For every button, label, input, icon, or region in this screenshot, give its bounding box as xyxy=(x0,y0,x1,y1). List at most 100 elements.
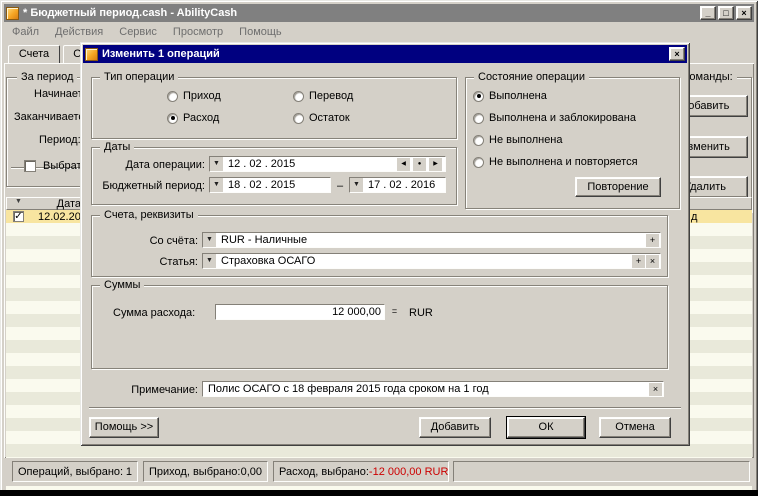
note-label: Примечание: xyxy=(91,384,198,396)
radio-expense[interactable]: Расход xyxy=(167,111,219,125)
today-icon[interactable]: ● xyxy=(413,158,426,171)
period-group-label: За период xyxy=(17,71,77,83)
radio-done-locked-label: Выполнена и заблокирована xyxy=(489,112,636,124)
select-checkbox-row[interactable]: Выбрать xyxy=(24,160,87,172)
radio-done-label: Выполнена xyxy=(489,90,547,102)
dropdown-icon[interactable]: ▼ xyxy=(203,233,216,247)
radio-balance[interactable]: Остаток xyxy=(293,111,350,125)
sums-group-label: Суммы xyxy=(100,279,144,291)
radio-icon xyxy=(167,91,178,102)
sums-group: Суммы xyxy=(91,285,668,369)
operation-date-label: Дата операции: xyxy=(91,159,205,171)
amount-label: Сумма расхода: xyxy=(113,307,195,319)
budget-period-to-field[interactable]: ▼ 17 . 02 . 2016 xyxy=(349,177,446,193)
operation-type-label: Тип операции xyxy=(100,71,178,83)
menu-actions[interactable]: Действия xyxy=(47,26,111,38)
radio-expense-label: Расход xyxy=(183,112,219,124)
radio-transfer[interactable]: Перевод xyxy=(293,89,353,103)
clear-note-icon[interactable]: × xyxy=(649,383,662,396)
menu-file[interactable]: Файл xyxy=(4,26,47,38)
equals-icon[interactable]: = xyxy=(388,305,401,318)
radio-not-done[interactable]: Не выполнена xyxy=(473,133,563,147)
article-label: Статья: xyxy=(91,256,198,268)
close-button[interactable]: × xyxy=(736,6,752,20)
menu-help[interactable]: Помощь xyxy=(231,26,290,38)
sort-desc-icon: ▼ xyxy=(15,198,22,205)
operation-date-value: 12 . 02 . 2015 xyxy=(228,158,397,170)
radio-icon xyxy=(473,91,484,102)
window-bottom-edge xyxy=(0,490,758,496)
maximize-button[interactable]: □ xyxy=(718,6,734,20)
statusbar: Операций, выбрано: 1 Приход, выбрано: 0,… xyxy=(4,458,754,486)
radio-icon xyxy=(167,113,178,124)
menu-service[interactable]: Сервис xyxy=(111,26,165,38)
help-button[interactable]: Помощь >> xyxy=(89,417,159,438)
menu-view[interactable]: Просмотр xyxy=(165,26,231,38)
dropdown-icon[interactable]: ▼ xyxy=(210,178,223,192)
radio-not-done-repeats-label: Не выполнена и повторяется xyxy=(489,156,638,168)
dialog-client: Тип операции Приход Перевод Расход Остат… xyxy=(83,63,687,443)
tab-accounts[interactable]: Счета xyxy=(8,45,60,64)
radio-icon xyxy=(293,113,304,124)
budget-period-from-value: 18 . 02 . 2015 xyxy=(228,179,330,191)
date-column-header: Дата xyxy=(37,198,81,210)
radio-icon xyxy=(473,135,484,146)
next-day-icon[interactable]: ▶ xyxy=(429,158,442,171)
status-operations: Операций, выбрано: 1 xyxy=(12,461,138,482)
radio-income-label: Приход xyxy=(183,90,221,102)
radio-icon xyxy=(293,91,304,102)
dropdown-icon[interactable]: ▼ xyxy=(210,157,223,171)
dates-group-label: Даты xyxy=(100,141,134,153)
cancel-button[interactable]: Отмена xyxy=(599,417,671,438)
operation-date-field[interactable]: ▼ 12 . 02 . 2015 ◀ ● ▶ xyxy=(209,156,446,172)
radio-done[interactable]: Выполнена xyxy=(473,89,547,103)
budget-period-to-value: 17 . 02 . 2016 xyxy=(368,179,445,191)
radio-income[interactable]: Приход xyxy=(167,89,221,103)
status-income-label: Приход, выбрано: xyxy=(149,466,241,478)
dialog-controls: × xyxy=(669,47,685,61)
currency-label: RUR xyxy=(409,307,433,319)
status-expense-label: Расход, выбрано: xyxy=(279,466,369,478)
edit-operation-dialog: Изменить 1 операций × Тип операции Прихо… xyxy=(80,42,690,446)
radio-not-done-repeats[interactable]: Не выполнена и повторяется xyxy=(473,155,638,169)
operation-type-group: Тип операции xyxy=(91,77,457,139)
period-label: Период: xyxy=(39,134,81,146)
from-account-field[interactable]: ▼ RUR - Наличные + xyxy=(202,232,661,248)
clear-article-icon[interactable]: × xyxy=(646,255,659,268)
budget-period-from-field[interactable]: ▼ 18 . 02 . 2015 xyxy=(209,177,331,193)
select-checkbox[interactable] xyxy=(24,160,36,172)
status-expense-value: -12 000,00 RUR xyxy=(369,466,449,478)
add-account-icon[interactable]: + xyxy=(646,234,659,247)
radio-done-locked[interactable]: Выполнена и заблокирована xyxy=(473,111,636,125)
article-value: Страховка ОСАГО xyxy=(221,255,632,267)
dialog-add-button[interactable]: Добавить xyxy=(419,417,491,438)
dialog-icon xyxy=(85,48,98,61)
dropdown-icon[interactable]: ▼ xyxy=(350,178,363,192)
app-icon xyxy=(6,7,19,20)
dialog-close-icon[interactable]: × xyxy=(669,47,685,61)
note-value: Полис ОСАГО с 18 февраля 2015 года сроко… xyxy=(208,383,649,395)
add-article-icon[interactable]: + xyxy=(632,255,645,268)
radio-balance-label: Остаток xyxy=(309,112,350,124)
menubar: Файл Действия Сервис Просмотр Помощь xyxy=(4,23,754,41)
status-operations-label: Операций, выбрано: xyxy=(18,466,123,478)
date-spinner: ◀ ● ▶ xyxy=(397,158,443,171)
article-field[interactable]: ▼ Страховка ОСАГО + × xyxy=(202,253,661,269)
amount-value: 12 000,00 xyxy=(221,306,381,318)
minimize-button[interactable]: _ xyxy=(700,6,716,20)
dropdown-icon[interactable]: ▼ xyxy=(203,254,216,268)
note-field[interactable]: Полис ОСАГО с 18 февраля 2015 года сроко… xyxy=(202,381,664,397)
ok-button[interactable]: ОК xyxy=(507,417,585,438)
period-separator: – xyxy=(337,180,343,192)
radio-icon xyxy=(473,157,484,168)
prev-day-icon[interactable]: ◀ xyxy=(397,158,410,171)
operation-state-label: Состояние операции xyxy=(474,71,589,83)
dialog-title: Изменить 1 операций xyxy=(102,48,220,60)
radio-transfer-label: Перевод xyxy=(309,90,353,102)
status-operations-value: 1 xyxy=(126,466,132,478)
amount-field[interactable]: 12 000,00 xyxy=(215,304,385,320)
budget-period-label: Бюджетный период: xyxy=(91,180,205,192)
repeat-button[interactable]: Повторение xyxy=(575,177,661,197)
check-icon: ✓ xyxy=(14,211,22,222)
row-checkbox[interactable]: ✓ xyxy=(13,211,24,222)
